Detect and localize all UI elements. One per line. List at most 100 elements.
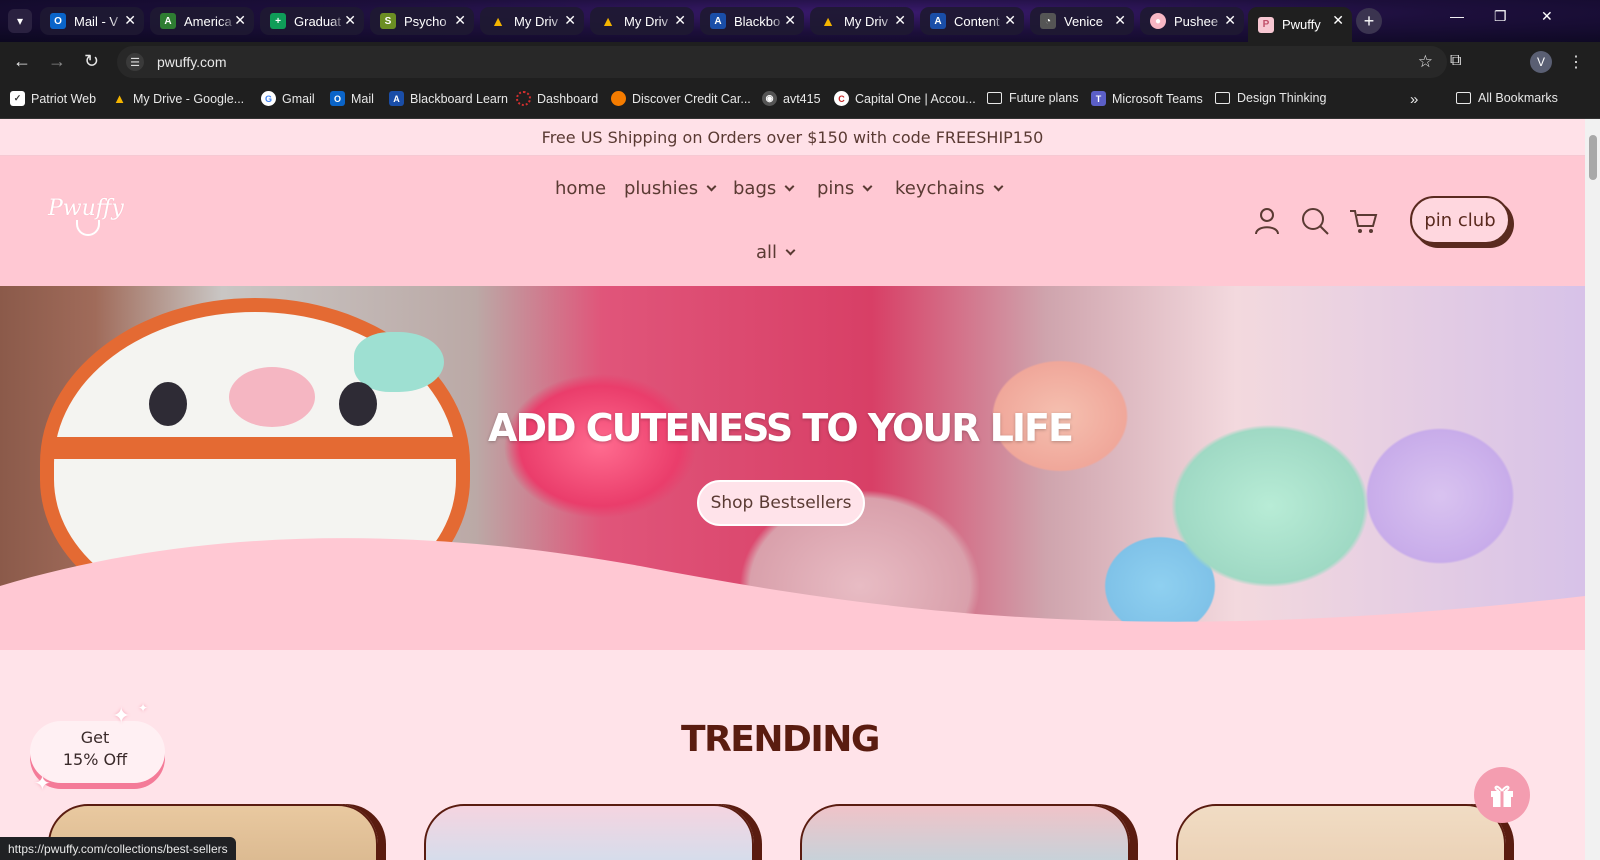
- bookmark-microsoft-teams[interactable]: T Microsoft Teams: [1091, 91, 1203, 106]
- tab-psychology[interactable]: S Psycho ✕: [370, 7, 474, 35]
- scrollbar-thumb[interactable]: [1589, 135, 1597, 180]
- tab-mail[interactable]: O Mail - V ✕: [40, 7, 144, 35]
- hero-banner: ADD CUTENESS TO YOUR LIFE Shop Bestselle…: [0, 286, 1585, 650]
- tab-blackboard[interactable]: A Blackbo ✕: [700, 7, 804, 35]
- page-viewport: Free US Shipping on Orders over $150 wit…: [0, 119, 1585, 860]
- menu-kebab-icon[interactable]: ⋮: [1568, 52, 1584, 72]
- bookmark-capital-one[interactable]: C Capital One | Accou...: [834, 91, 976, 106]
- discover-icon: [611, 91, 626, 106]
- globe-icon: ◉: [762, 91, 777, 106]
- nav-pins[interactable]: pins: [817, 178, 873, 199]
- tab-my-drive-2[interactable]: ▲ My Driv ✕: [590, 7, 694, 35]
- discount-popup-button[interactable]: Get 15% Off ✦ ✦ ✦: [30, 701, 165, 795]
- tab-content[interactable]: A Content ✕: [920, 7, 1024, 35]
- chevron-down-icon: [785, 245, 796, 255]
- close-icon[interactable]: ✕: [1332, 12, 1344, 29]
- close-icon[interactable]: ✕: [564, 12, 576, 29]
- sheet-icon: A: [160, 13, 176, 29]
- profile-avatar[interactable]: V: [1530, 51, 1552, 73]
- account-icon[interactable]: [1252, 206, 1282, 236]
- product-card[interactable]: [424, 804, 754, 860]
- cart-icon[interactable]: [1348, 206, 1378, 236]
- hero-wave-divider: [0, 538, 1585, 650]
- page-scrollbar[interactable]: [1585, 119, 1600, 860]
- chevron-down-icon: [993, 181, 1004, 191]
- site-logo[interactable]: Pwuffy: [48, 196, 124, 221]
- close-icon[interactable]: ✕: [1114, 12, 1126, 29]
- url-text[interactable]: pwuffy.com: [157, 54, 227, 70]
- close-icon[interactable]: ✕: [454, 12, 466, 29]
- rewards-gift-button[interactable]: [1474, 767, 1530, 823]
- product-card[interactable]: [1176, 804, 1506, 860]
- bookmark-blackboard[interactable]: A Blackboard Learn: [389, 91, 508, 106]
- tab-venice[interactable]: ◔ Venice ✕: [1030, 7, 1134, 35]
- forward-arrow-icon[interactable]: →: [48, 51, 66, 72]
- nav-keychains[interactable]: keychains: [895, 178, 1004, 199]
- tab-my-drive-3[interactable]: ▲ My Driv ✕: [810, 7, 914, 35]
- shop-bestsellers-button[interactable]: Shop Bestsellers: [697, 480, 865, 526]
- tab-search-icon[interactable]: ▾: [8, 9, 32, 33]
- trending-heading: TRENDING: [681, 719, 880, 760]
- bookmark-mail[interactable]: O Mail: [330, 91, 374, 106]
- sheets-icon: +: [270, 13, 286, 29]
- close-icon[interactable]: ✕: [234, 12, 246, 29]
- sparkle-icon: ✦: [138, 701, 149, 715]
- google-drive-icon: ▲: [821, 13, 835, 29]
- close-icon[interactable]: ✕: [674, 12, 686, 29]
- teams-icon: T: [1091, 91, 1106, 106]
- nav-home[interactable]: home: [555, 178, 606, 199]
- google-drive-icon: ▲: [601, 13, 615, 29]
- nav-all[interactable]: all: [756, 242, 796, 263]
- extensions-icon[interactable]: ⧉: [1450, 52, 1461, 70]
- bookmark-avt415[interactable]: ◉ avt415: [762, 91, 821, 106]
- bookmark-my-drive[interactable]: ▲ My Drive - Google...: [112, 91, 244, 106]
- nav-plushies[interactable]: plushies: [624, 178, 717, 199]
- bookmark-future-plans[interactable]: Future plans: [987, 91, 1078, 105]
- close-icon[interactable]: ✕: [124, 12, 136, 29]
- minimize-icon[interactable]: —: [1450, 8, 1464, 24]
- google-icon: G: [261, 91, 276, 106]
- bookmark-design-thinking[interactable]: Design Thinking: [1215, 91, 1326, 105]
- dashboard-icon: [516, 91, 531, 106]
- folder-icon: [1456, 92, 1471, 104]
- close-icon[interactable]: ✕: [894, 12, 906, 29]
- close-icon[interactable]: ✕: [344, 12, 356, 29]
- bookmark-gmail[interactable]: G Gmail: [261, 91, 315, 106]
- site-info-icon[interactable]: ☰: [126, 53, 144, 71]
- tab-pusheen[interactable]: ● Pushee ✕: [1140, 7, 1244, 35]
- bookmark-star-icon[interactable]: ☆: [1418, 52, 1433, 72]
- close-icon[interactable]: ✕: [784, 12, 796, 29]
- close-icon[interactable]: ✕: [1224, 12, 1236, 29]
- globe-icon: ◔: [1040, 13, 1056, 29]
- capital-one-icon: C: [834, 91, 849, 106]
- bookmark-discover[interactable]: Discover Credit Car...: [611, 91, 751, 106]
- sparkle-icon: ✦: [34, 773, 51, 795]
- restore-icon[interactable]: ❐: [1494, 8, 1507, 25]
- tab-pwuffy[interactable]: P Pwuffy ✕: [1248, 7, 1352, 42]
- folder-icon: [987, 92, 1002, 104]
- close-icon[interactable]: ✕: [1004, 12, 1016, 29]
- blackboard-icon: A: [710, 13, 726, 29]
- product-card[interactable]: [800, 804, 1130, 860]
- close-window-icon[interactable]: ✕: [1541, 8, 1553, 25]
- bookmark-dashboard[interactable]: Dashboard: [516, 91, 598, 106]
- new-tab-button[interactable]: +: [1356, 8, 1382, 34]
- hero-title: ADD CUTENESS TO YOUR LIFE: [488, 406, 1074, 450]
- browser-toolbar: ← → ↻ ☰ pwuffy.com ☆ ⧉ V ⋮: [0, 42, 1600, 82]
- all-bookmarks[interactable]: All Bookmarks: [1456, 91, 1558, 105]
- folder-icon: [1215, 92, 1230, 104]
- pin-club-button[interactable]: pin club: [1410, 196, 1510, 244]
- address-bar[interactable]: ☰ pwuffy.com ☆: [117, 46, 1447, 78]
- bookmark-patriot-web[interactable]: ✓ Patriot Web: [10, 91, 96, 106]
- tab-graduate[interactable]: + Graduat ✕: [260, 7, 364, 35]
- blackboard-icon: A: [389, 91, 404, 106]
- chevron-down-icon: [706, 181, 717, 191]
- search-icon[interactable]: [1300, 206, 1330, 236]
- tab-america[interactable]: A America ✕: [150, 7, 254, 35]
- more-bookmarks-icon[interactable]: »: [1410, 91, 1418, 108]
- tab-strip: ▾ O Mail - V ✕ A America ✕ + Graduat ✕ S…: [0, 0, 1600, 42]
- back-arrow-icon[interactable]: ←: [13, 51, 31, 72]
- nav-bags[interactable]: bags: [733, 178, 795, 199]
- tab-my-drive-1[interactable]: ▲ My Driv ✕: [480, 7, 584, 35]
- reload-icon[interactable]: ↻: [84, 51, 99, 72]
